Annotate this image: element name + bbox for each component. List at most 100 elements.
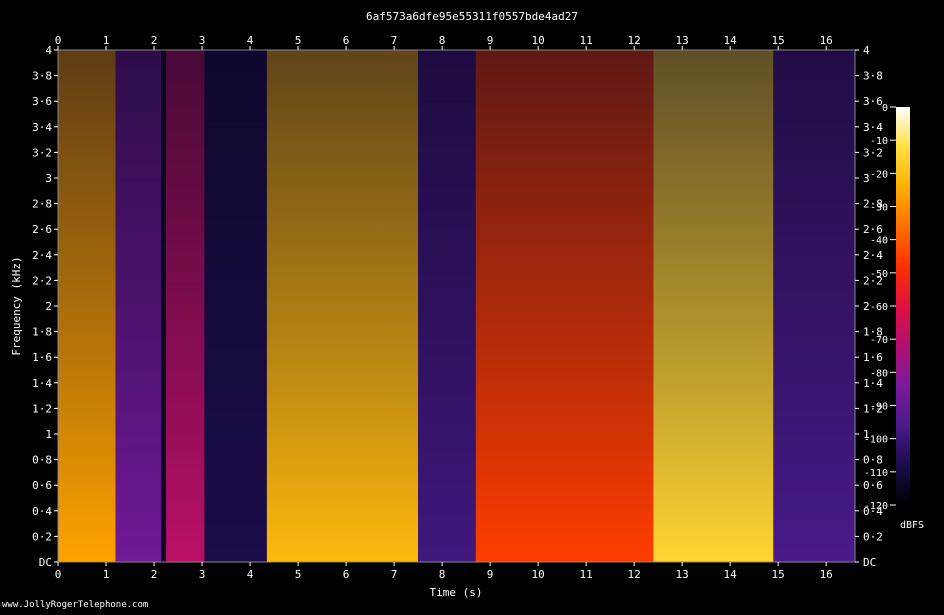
y-tick-label-right: DC — [863, 556, 876, 569]
y-tick-label-right: 2·6 — [863, 223, 883, 236]
chart-title: 6af573a6dfe95e55311f0557bde4ad27 — [366, 10, 578, 23]
x-tick-label-bottom: 15 — [772, 568, 785, 581]
y-tick-label-left: 2·2 — [32, 274, 52, 287]
y-tick-label-right: 3·6 — [863, 95, 883, 108]
x-axis-bottom: 0 1 2 3 4 5 6 7 8 9 10 11 12 13 14 15 16 — [55, 562, 833, 581]
heatmap-segment-8 — [653, 50, 774, 562]
heatmap-segment-3 — [166, 50, 205, 562]
y-tick-label-right: 1·6 — [863, 351, 883, 364]
heatmap-segment-1 — [115, 50, 162, 562]
y-tick-label-right: 3·8 — [863, 70, 883, 83]
x-tick-label-top: 11 — [580, 34, 593, 47]
x-tick-label-bottom: 6 — [343, 568, 350, 581]
x-axis-label: Time (s) — [430, 586, 483, 599]
x-tick-label-top: 16 — [820, 34, 833, 47]
colorbar — [896, 107, 910, 505]
y-tick-label-left: 3 — [45, 172, 52, 185]
y-tick-label-left: 1·4 — [32, 377, 52, 390]
y-tick-label-right: 2 — [863, 300, 870, 313]
x-tick-label-top: 12 — [628, 34, 641, 47]
colorbar-tick-label: -90 — [870, 402, 888, 413]
y-tick-label-left: 0·6 — [32, 479, 52, 492]
heatmap-segment-9 — [773, 50, 855, 562]
heatmap-segment-6 — [418, 50, 476, 562]
x-tick-label-bottom: 10 — [531, 568, 544, 581]
heatmap-segment-0 — [58, 50, 116, 562]
y-tick-label-right: 3·4 — [863, 121, 883, 134]
x-tick-label-top: 14 — [724, 34, 738, 47]
x-tick-label-top: 8 — [439, 34, 446, 47]
y-tick-label-left: 1·2 — [32, 402, 52, 415]
y-tick-label-right: 2·4 — [863, 249, 883, 262]
y-tick-label-left: 3·2 — [32, 146, 52, 159]
colorbar-tick-label: -70 — [870, 335, 888, 346]
heatmap-segment-5 — [266, 50, 419, 562]
colorbar-tick-label: -50 — [870, 269, 888, 280]
x-tick-label-bottom: 9 — [487, 568, 494, 581]
spectrogram-chart: 6af573a6dfe95e55311f0557bde4ad27 0123456… — [2, 10, 924, 610]
x-tick-label-top: 10 — [531, 34, 544, 47]
y-tick-label-left: 3·6 — [32, 95, 52, 108]
x-tick-label-top: 3 — [199, 34, 206, 47]
y-tick-label-right: 0·8 — [863, 454, 883, 467]
x-tick-label-bottom: 5 — [295, 568, 302, 581]
y-tick-label-left: 2·8 — [32, 198, 52, 211]
colorbar-tick-label: -60 — [870, 302, 888, 313]
x-tick-label-bottom: 16 — [820, 568, 833, 581]
colorbar-tick-label: -80 — [870, 368, 888, 379]
x-tick-label-bottom: 1 — [103, 568, 110, 581]
x-tick-label-bottom: 4 — [247, 568, 254, 581]
y-tick-label-right: 3 — [863, 172, 870, 185]
heatmap-segment-7 — [475, 50, 654, 562]
y-tick-label-left: 3·4 — [32, 121, 52, 134]
colorbar-tick-label: -110 — [864, 468, 888, 479]
heatmap-segment-4 — [204, 50, 267, 562]
y-tick-label-left: 1·8 — [32, 326, 52, 339]
x-tick-label-bottom: 13 — [676, 568, 689, 581]
colorbar-tick-label: -10 — [870, 136, 888, 147]
x-tick-label-top: 13 — [676, 34, 689, 47]
y-tick-label-left: 2 — [45, 300, 52, 313]
colorbar-tick-label: -40 — [870, 236, 888, 247]
y-axis-left: DC 0·2 0·4 0·6 0·8 1 1·2 1·4 1·6 1·8 2 2·2 2·4 2·6 2·8… — [32, 44, 58, 569]
colorbar-tick-label: 0 — [882, 103, 888, 114]
footer-credit: www.JollyRogerTelephone.com — [2, 600, 148, 610]
x-tick-label-bottom: 7 — [391, 568, 398, 581]
y-tick-label-right: 4 — [863, 44, 870, 57]
spectrogram-figure: 6af573a6dfe95e55311f0557bde4ad27 0123456… — [0, 0, 944, 611]
y-tick-label-left: DC — [39, 556, 52, 569]
colorbar-tick-label: -100 — [864, 435, 888, 446]
x-tick-label-top: 2 — [151, 34, 158, 47]
spectrogram-heatmap — [58, 50, 855, 562]
heatmap-segment-2 — [161, 50, 167, 562]
colorbar-tick-label: -20 — [870, 169, 888, 180]
y-tick-label-left: 0·4 — [32, 505, 52, 518]
x-tick-label-bottom: 14 — [724, 568, 738, 581]
x-tick-label-top: 9 — [487, 34, 494, 47]
colorbar-tick-label: -30 — [870, 203, 888, 214]
x-tick-label-top: 4 — [247, 34, 254, 47]
x-tick-label-bottom: 3 — [199, 568, 206, 581]
y-tick-label-left: 1 — [45, 428, 52, 441]
x-tick-label-bottom: 8 — [439, 568, 446, 581]
y-tick-label-left: 2·4 — [32, 249, 52, 262]
colorbar-tick-label: -120 — [864, 501, 888, 512]
y-tick-label-left: 2·6 — [32, 223, 52, 236]
y-tick-label-left: 4 — [45, 44, 52, 57]
x-tick-label-top: 7 — [391, 34, 398, 47]
x-tick-label-bottom: 2 — [151, 568, 158, 581]
x-tick-label-bottom: 12 — [628, 568, 641, 581]
x-tick-label-top: 15 — [772, 34, 785, 47]
x-tick-label-top: 6 — [343, 34, 350, 47]
x-tick-label-top: 5 — [295, 34, 302, 47]
y-tick-label-right: 3·2 — [863, 146, 883, 159]
y-tick-label-right: 0·6 — [863, 479, 883, 492]
x-axis-top: 0 1 2 3 4 5 6 7 8 9 10 11 12 13 14 15 16 — [55, 34, 833, 50]
x-tick-label-bottom: 0 — [55, 568, 62, 581]
y-tick-label-left: 0·8 — [32, 454, 52, 467]
y-tick-label-left: 3·8 — [32, 70, 52, 83]
y-tick-label-left: 0·2 — [32, 530, 52, 543]
y-axis-label: Frequency (kHz) — [10, 256, 23, 355]
x-tick-label-top: 0 — [55, 34, 62, 47]
y-tick-label-left: 1·6 — [32, 351, 52, 364]
